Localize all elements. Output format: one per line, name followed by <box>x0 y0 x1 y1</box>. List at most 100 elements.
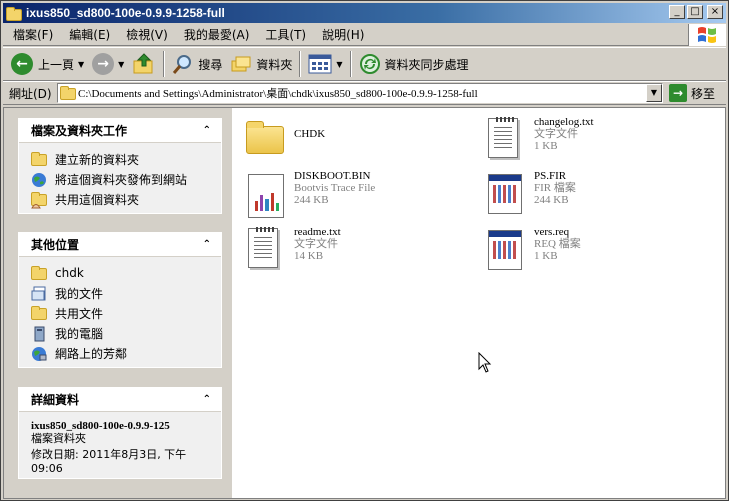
address-dropdown-button[interactable]: ▼ <box>646 84 662 102</box>
bootvis-file-icon <box>244 170 286 218</box>
file-type: 文字文件 <box>294 238 338 250</box>
file-size: 244 KB <box>534 194 569 206</box>
standard-toolbar: ← 上一頁 ▼ → ▼ 搜尋 資料夾 ▼ 資料夾同步處理 <box>3 47 726 81</box>
menu-favorites[interactable]: 我的最愛(A) <box>178 26 256 43</box>
task-label: 將這個資料夾發佈到網站 <box>55 172 188 187</box>
globe-icon <box>31 172 47 187</box>
task-label: 共用這個資料夾 <box>55 192 140 207</box>
menu-bar: 檔案(F) 編輯(E) 檢視(V) 我的最愛(A) 工具(T) 說明(H) <box>3 24 688 46</box>
panel-title: 檔案及資料夾工作 <box>31 124 128 138</box>
task-new-folder[interactable]: 建立新的資料夾 <box>31 149 221 169</box>
task-publish-web[interactable]: 將這個資料夾發佈到網站 <box>31 169 221 189</box>
folders-label: 資料夾 <box>256 57 293 72</box>
back-label: 上一頁 <box>38 57 75 72</box>
back-button[interactable]: ← 上一頁 ▼ <box>7 50 88 78</box>
details-header[interactable]: 詳細資料 ⌃ <box>19 388 221 412</box>
address-input[interactable]: C:\Documents and Settings\Administrator\… <box>57 83 663 103</box>
panel-title: 其他位置 <box>31 238 80 252</box>
panel-title: 詳細資料 <box>31 393 80 407</box>
views-button[interactable]: ▼ <box>304 50 346 78</box>
file-item[interactable]: PS.FIR FIR 檔案 244 KB <box>484 170 576 218</box>
file-tasks-header[interactable]: 檔案及資料夾工作 ⌃ <box>19 119 221 143</box>
collapse-chevron-icon[interactable]: ⌃ <box>203 239 211 250</box>
file-size: 14 KB <box>294 250 324 262</box>
back-arrow-icon: ← <box>11 53 33 75</box>
up-folder-icon <box>133 53 153 74</box>
menu-view[interactable]: 檢視(V) <box>120 26 174 43</box>
folder-icon <box>244 118 286 166</box>
chevron-down-icon[interactable]: ▼ <box>118 60 124 69</box>
folder-icon <box>31 266 47 280</box>
menu-tools[interactable]: 工具(T) <box>259 26 312 43</box>
file-item[interactable]: readme.txt 文字文件 14 KB <box>244 226 341 274</box>
file-tasks-panel: 檔案及資料夾工作 ⌃ 建立新的資料夾 將這個資料夾發佈到網站 共用這個資料夾 <box>18 118 222 214</box>
forward-button[interactable]: → ▼ <box>88 50 128 78</box>
address-label: 網址(D) <box>9 86 52 101</box>
go-label: 移至 <box>691 86 716 101</box>
my-documents-icon <box>31 286 47 301</box>
file-name: CHDK <box>294 128 326 140</box>
toolbar-separator <box>299 51 302 77</box>
menu-help[interactable]: 說明(H) <box>316 26 370 43</box>
file-name: DISKBOOT.BIN <box>294 170 371 182</box>
place-my-documents[interactable]: 我的文件 <box>31 283 221 303</box>
search-icon <box>173 55 192 74</box>
place-label: 共用文件 <box>55 306 104 321</box>
file-item[interactable]: CHDK <box>244 118 325 166</box>
address-bar: 網址(D) C:\Documents and Settings\Administ… <box>3 81 726 105</box>
address-value: C:\Documents and Settings\Administrator\… <box>78 88 478 100</box>
file-type: 文字文件 <box>534 128 578 140</box>
windows-logo-icon <box>688 24 726 46</box>
window-title: ixus850_sd800-100e-0.9.9-1258-full <box>26 6 225 20</box>
menu-edit[interactable]: 編輯(E) <box>63 26 116 43</box>
place-network[interactable]: 網路上的芳鄰 <box>31 343 221 363</box>
go-button[interactable]: → 移至 <box>669 84 715 102</box>
details-modified-time: 09:06 <box>31 462 63 475</box>
generic-file-icon <box>484 226 526 274</box>
details-folder-name: ixus850_sd800-100e-0.9.9-125 <box>31 420 170 432</box>
network-places-icon <box>31 346 47 361</box>
minimize-button[interactable]: _ <box>669 5 685 19</box>
menu-file[interactable]: 檔案(F) <box>7 26 59 43</box>
folder-icon <box>6 6 22 21</box>
search-button[interactable]: 搜尋 <box>168 50 226 78</box>
file-type: REQ 檔案 <box>534 238 581 250</box>
place-shared-documents[interactable]: 共用文件 <box>31 303 221 323</box>
title-bar[interactable]: ixus850_sd800-100e-0.9.9-1258-full _ □ × <box>3 3 726 23</box>
search-label: 搜尋 <box>198 57 223 72</box>
file-item[interactable]: changelog.txt 文字文件 1 KB <box>484 116 594 164</box>
close-button[interactable]: × <box>707 5 723 19</box>
collapse-chevron-icon[interactable]: ⌃ <box>203 394 211 405</box>
my-computer-icon <box>31 326 47 342</box>
details-panel: 詳細資料 ⌃ ixus850_sd800-100e-0.9.9-125 檔案資料… <box>18 387 222 479</box>
chevron-down-icon[interactable]: ▼ <box>78 60 84 69</box>
folders-button[interactable]: 資料夾 <box>226 50 296 78</box>
maximize-button[interactable]: □ <box>687 5 703 19</box>
file-name: changelog.txt <box>534 116 594 128</box>
file-type: Bootvis Trace File <box>294 182 376 194</box>
file-size: 1 KB <box>534 140 558 152</box>
go-arrow-icon: → <box>669 84 687 102</box>
generic-file-icon <box>484 170 526 218</box>
folder-sync-button[interactable]: 資料夾同步處理 <box>355 50 473 78</box>
task-share-folder[interactable]: 共用這個資料夾 <box>31 189 221 209</box>
place-my-computer[interactable]: 我的電腦 <box>31 323 221 343</box>
up-folder-button[interactable] <box>128 50 160 78</box>
file-name: PS.FIR <box>534 170 567 182</box>
folders-icon <box>231 56 251 72</box>
place-chdk[interactable]: chdk <box>31 263 221 283</box>
other-places-header[interactable]: 其他位置 ⌃ <box>19 233 221 257</box>
file-size: 244 KB <box>294 194 329 206</box>
task-label: 建立新的資料夾 <box>55 152 140 167</box>
sync-label: 資料夾同步處理 <box>384 57 469 72</box>
collapse-chevron-icon[interactable]: ⌃ <box>203 125 211 136</box>
file-item[interactable]: vers.req REQ 檔案 1 KB <box>484 226 581 274</box>
text-file-icon <box>244 226 286 274</box>
other-places-panel: 其他位置 ⌃ chdk 我的文件 共用文件 我的電腦 網路上的芳鄰 <box>18 232 222 368</box>
file-type: FIR 檔案 <box>534 182 576 194</box>
file-item[interactable]: DISKBOOT.BIN Bootvis Trace File 244 KB <box>244 170 375 218</box>
shared-documents-icon <box>31 306 47 320</box>
place-label: 我的文件 <box>55 286 104 301</box>
shared-folder-icon <box>31 192 47 209</box>
chevron-down-icon[interactable]: ▼ <box>336 60 342 69</box>
